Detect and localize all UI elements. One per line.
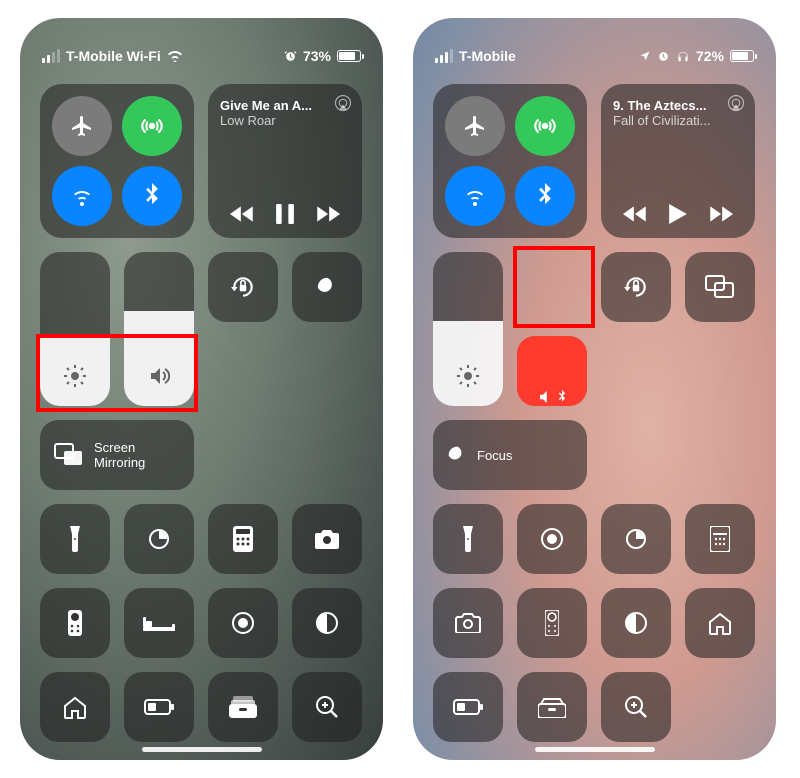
calculator-button[interactable] <box>208 504 278 574</box>
headphones-icon <box>676 49 690 63</box>
carrier-label: T-Mobile Wi-Fi <box>66 48 161 64</box>
screen-recording-button[interactable] <box>517 504 587 574</box>
carrier-label: T-Mobile <box>459 48 516 64</box>
screen-mirroring-label: Screen <box>94 440 145 455</box>
battery-icon <box>337 50 361 62</box>
bluetooth-button[interactable] <box>122 166 182 226</box>
play-icon[interactable] <box>669 204 687 224</box>
now-playing-subtitle: Fall of Civilizati... <box>613 113 743 128</box>
bedtime-button[interactable] <box>124 588 194 658</box>
forward-icon[interactable] <box>707 204 733 224</box>
status-bar: T-Mobile 72% <box>413 18 776 68</box>
battery-percent: 72% <box>696 48 724 64</box>
apple-tv-remote-button[interactable] <box>517 588 587 658</box>
dark-mode-button[interactable] <box>292 588 362 658</box>
apple-tv-remote-button[interactable] <box>40 588 110 658</box>
magnifier-button[interactable] <box>292 672 362 742</box>
battery-icon <box>730 50 754 62</box>
airplane-mode-button[interactable] <box>52 96 112 156</box>
dark-mode-button[interactable] <box>601 588 671 658</box>
volume-slider[interactable] <box>124 252 194 406</box>
orientation-lock-button[interactable] <box>208 252 278 322</box>
control-center-left: T-Mobile Wi-Fi 73% Give Me an A... Lo <box>20 18 383 760</box>
timer-button[interactable] <box>124 504 194 574</box>
status-bar: T-Mobile Wi-Fi 73% <box>20 18 383 68</box>
bluetooth-button[interactable] <box>515 166 575 226</box>
camera-button[interactable] <box>433 588 503 658</box>
home-button[interactable] <box>685 588 755 658</box>
wifi-icon <box>167 50 183 62</box>
battery-percent: 73% <box>303 48 331 64</box>
signal-bars-icon <box>42 49 60 63</box>
cellular-data-button[interactable] <box>515 96 575 156</box>
flashlight-button[interactable] <box>40 504 110 574</box>
brightness-slider[interactable] <box>40 252 110 406</box>
wifi-button[interactable] <box>445 166 505 226</box>
home-indicator[interactable] <box>142 747 262 752</box>
screen-mirroring-icon <box>54 443 84 467</box>
signal-bars-icon <box>435 49 453 63</box>
now-playing-subtitle: Low Roar <box>220 113 350 128</box>
screen-mirroring-icon <box>705 275 735 299</box>
now-playing-title: 9. The Aztecs... <box>613 98 743 113</box>
wallet-button[interactable] <box>208 672 278 742</box>
wifi-button[interactable] <box>52 166 112 226</box>
screen-recording-button[interactable] <box>208 588 278 658</box>
forward-icon[interactable] <box>314 204 340 224</box>
pause-icon[interactable] <box>276 204 294 224</box>
low-power-mode-button[interactable] <box>433 672 503 742</box>
screen-mirroring-button[interactable] <box>685 252 755 322</box>
timer-button[interactable] <box>601 504 671 574</box>
flashlight-button[interactable] <box>433 504 503 574</box>
wallet-button[interactable] <box>517 672 587 742</box>
airplane-mode-button[interactable] <box>445 96 505 156</box>
brightness-slider[interactable] <box>433 252 503 406</box>
screen-mirroring-label2: Mirroring <box>94 455 145 470</box>
camera-button[interactable] <box>292 504 362 574</box>
alarm-icon <box>657 50 670 63</box>
location-icon <box>639 50 651 62</box>
magnifier-button[interactable] <box>601 672 671 742</box>
rewind-icon[interactable] <box>623 204 649 224</box>
volume-slider-muted[interactable] <box>517 336 587 406</box>
cellular-data-button[interactable] <box>122 96 182 156</box>
now-playing-module[interactable]: 9. The Aztecs... Fall of Civilizati... <box>601 84 755 238</box>
calculator-button[interactable] <box>685 504 755 574</box>
rewind-icon[interactable] <box>230 204 256 224</box>
focus-label: Focus <box>477 448 512 463</box>
orientation-lock-button[interactable] <box>601 252 671 322</box>
now-playing-module[interactable]: Give Me an A... Low Roar <box>208 84 362 238</box>
screen-mirroring-button[interactable]: ScreenMirroring <box>40 420 194 490</box>
now-playing-title: Give Me an A... <box>220 98 350 113</box>
moon-icon <box>447 445 467 465</box>
connectivity-module[interactable] <box>433 84 587 238</box>
airplay-icon <box>727 94 745 112</box>
connectivity-module[interactable] <box>40 84 194 238</box>
do-not-disturb-button[interactable] <box>292 252 362 322</box>
focus-button[interactable]: Focus <box>433 420 587 490</box>
bluetooth-small-icon <box>557 390 567 404</box>
low-power-mode-button[interactable] <box>124 672 194 742</box>
control-center-right: T-Mobile 72% 9. The Aztecs... Fall of Ci… <box>413 18 776 760</box>
home-indicator[interactable] <box>535 747 655 752</box>
airplay-icon <box>334 94 352 112</box>
alarm-icon <box>284 50 297 63</box>
home-button[interactable] <box>40 672 110 742</box>
